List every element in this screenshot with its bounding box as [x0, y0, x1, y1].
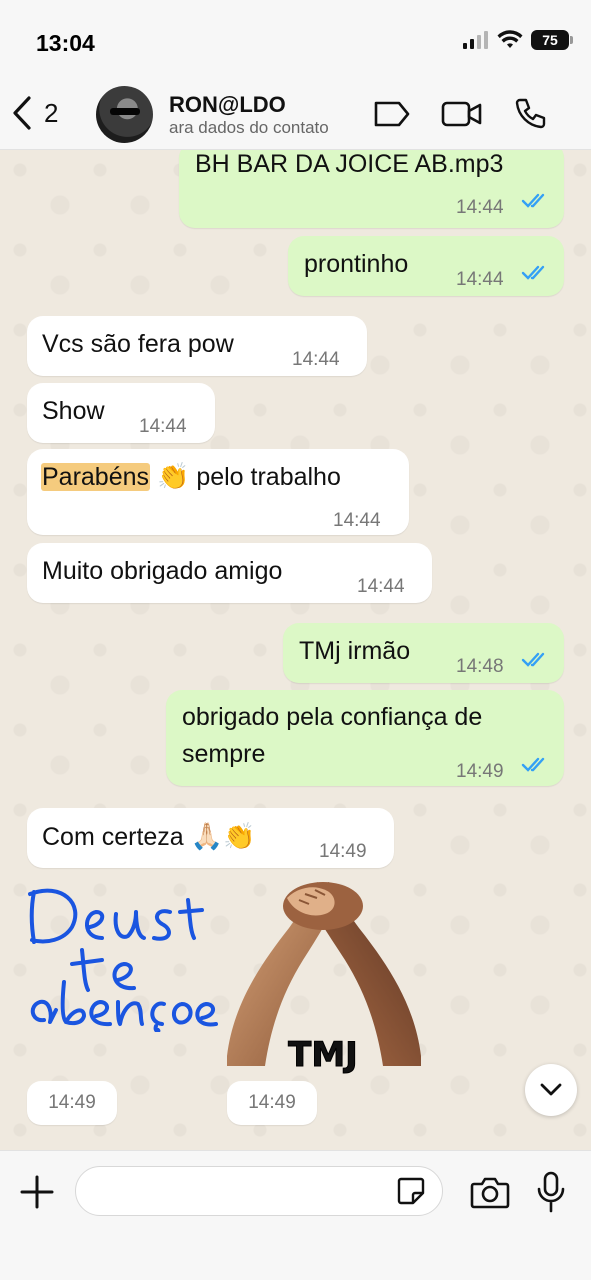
message-text-line2: sempre [182, 740, 266, 768]
scroll-to-bottom-button[interactable] [525, 1064, 577, 1116]
chat-header: 2 RON@LDO ara dados do contato [0, 80, 591, 150]
message-bubble-outgoing[interactable]: BH BAR DA JOICE AB.mp3 14:44 [179, 150, 564, 228]
read-receipt-icon [521, 193, 545, 208]
praying-clapping-emoji: 🙏🏻👏 [190, 821, 256, 851]
message-bubble-incoming[interactable]: Com certeza 🙏🏻👏 14:49 [27, 808, 394, 868]
phone-icon [515, 98, 546, 129]
read-receipt-icon [521, 265, 545, 280]
read-receipt-icon [521, 757, 545, 772]
message-text: Vcs são fera pow [42, 330, 234, 358]
message-time: 14:44 [357, 576, 405, 597]
audio-file-name: BH BAR DA JOICE AB.mp3 [195, 150, 504, 178]
clapping-hands-emoji: 👏 [156, 461, 190, 491]
contact-avatar[interactable] [96, 86, 153, 143]
sticker-time: 14:49 [227, 1081, 317, 1125]
unread-count: 2 [44, 97, 59, 128]
status-time: 13:04 [36, 30, 95, 56]
handwritten-blessing-sticker[interactable] [22, 872, 227, 1032]
message-text-line1: obrigado pela confiança de [182, 703, 483, 731]
message-time: 14:49 [456, 761, 504, 782]
message-bubble-incoming[interactable]: Parabéns 👏 pelo trabalho 14:44 [27, 449, 409, 535]
video-call-button[interactable] [440, 94, 484, 134]
read-receipt-icon [521, 652, 545, 667]
message-text: Com certeza 🙏🏻👏 [42, 818, 255, 855]
message-text: Parabéns 👏 pelo trabalho [41, 458, 341, 495]
sticker-icon[interactable] [395, 1175, 427, 1207]
message-time: 14:44 [456, 269, 504, 290]
chat-area[interactable]: BH BAR DA JOICE AB.mp3 14:44 prontinho 1… [0, 150, 591, 1150]
message-text: prontinho [304, 250, 409, 278]
message-time: 14:44 [292, 349, 340, 370]
contact-name[interactable]: RON@LDO [169, 92, 286, 118]
voice-call-button[interactable] [508, 94, 552, 134]
message-input[interactable] [75, 1166, 443, 1216]
message-bubble-outgoing[interactable]: obrigado pela confiança de sempre 14:49 [166, 690, 564, 786]
message-bubble-outgoing[interactable]: prontinho 14:44 [288, 236, 564, 296]
message-text-main: Com certeza [42, 823, 184, 851]
label-button[interactable] [370, 94, 414, 134]
message-text: TMj irmão [299, 637, 411, 665]
microphone-icon[interactable] [536, 1171, 566, 1213]
message-text: Muito obrigado amigo [42, 557, 283, 585]
status-bar: 13:04 75 [0, 0, 591, 80]
highlighted-word: Parabéns [41, 463, 151, 491]
cellular-signal-icon [463, 31, 488, 49]
status-icons: 75 [463, 30, 573, 50]
message-time: 14:44 [456, 197, 504, 218]
message-bubble-outgoing[interactable]: TMj irmão 14:48 [283, 623, 564, 683]
tmj-sticker-label: TMJ [288, 1035, 358, 1075]
wifi-icon [497, 30, 523, 48]
handshake-tmj-sticker[interactable]: TMJ [225, 876, 423, 1086]
message-time: 14:44 [333, 510, 381, 531]
sticker-time: 14:49 [27, 1081, 117, 1125]
message-input-bar [0, 1150, 591, 1280]
plus-icon[interactable] [18, 1173, 56, 1211]
back-button[interactable]: 2 [12, 92, 58, 134]
chevron-down-icon [540, 1083, 562, 1096]
camera-icon[interactable] [470, 1173, 510, 1211]
message-text: Show [42, 397, 105, 425]
video-camera-icon [441, 101, 482, 127]
message-bubble-incoming[interactable]: Muito obrigado amigo 14:44 [27, 543, 432, 603]
message-text-rest: pelo trabalho [196, 463, 341, 491]
message-bubble-incoming[interactable]: Vcs são fera pow 14:44 [27, 316, 367, 376]
contact-subtitle[interactable]: ara dados do contato [169, 118, 329, 138]
message-time: 14:48 [456, 656, 504, 677]
chevron-left-icon [13, 96, 31, 130]
message-time: 14:44 [139, 416, 187, 437]
battery-indicator: 75 [531, 30, 573, 50]
tag-icon [374, 101, 410, 127]
message-time: 14:49 [319, 841, 367, 862]
message-bubble-incoming[interactable]: Show 14:44 [27, 383, 215, 443]
